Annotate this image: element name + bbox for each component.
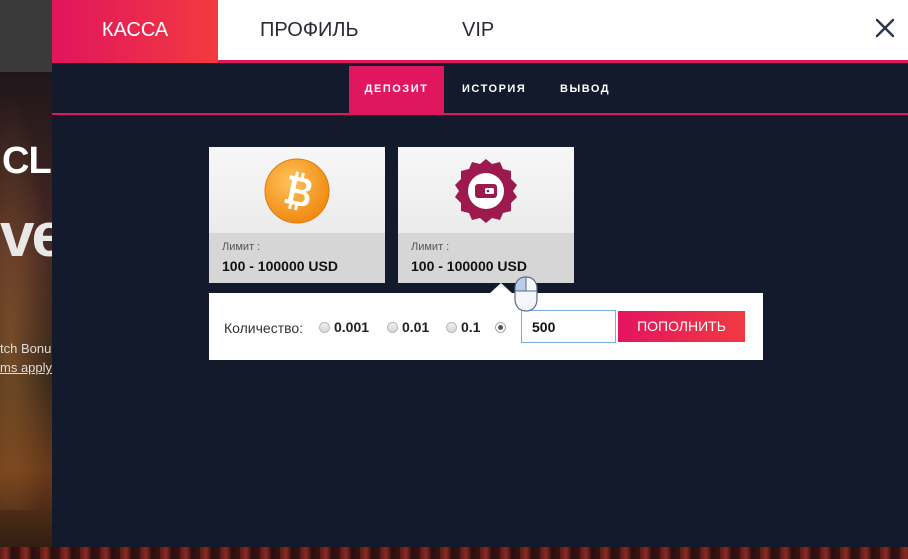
background-bonus-text: tch Bonu [0,341,52,356]
limit-label: Лимит : [222,241,261,253]
payment-method-wallet[interactable]: Лимит : 100 - 100000 USD [398,147,574,283]
background-title-fragment: ve [0,201,52,270]
radio-option-0-001[interactable] [319,322,330,333]
radio-option-custom[interactable] [495,322,506,333]
payment-method-bitcoin[interactable]: Лимит : 100 - 100000 USD [209,147,385,283]
quantity-label: Количество: [224,320,304,336]
subtab-withdraw[interactable]: ВЫВОД [560,66,610,113]
subtab-deposit[interactable]: ДЕПОЗИТ [349,66,444,113]
bitcoin-icon [263,157,331,225]
close-icon[interactable] [872,15,898,41]
limit-label: Лимит : [411,241,450,253]
radio-label-0-1[interactable]: 0.1 [461,319,480,335]
deposit-form: Количество: 0.001 0.01 0.1 ПОПОЛНИТЬ [209,283,763,360]
card-limit-panel: Лимит : 100 - 100000 USD [398,233,574,283]
background-bottom-strip [0,547,908,559]
cashier-subnav: ДЕПОЗИТ ИСТОРИЯ ВЫВОД [52,66,908,115]
amount-input[interactable] [521,310,616,343]
limit-value: 100 - 100000 USD [411,258,527,274]
wallet-seal-icon [452,157,520,225]
subtab-history[interactable]: ИСТОРИЯ [462,66,526,113]
radio-label-0-001[interactable]: 0.001 [334,319,369,335]
tab-cashier[interactable]: КАССА [52,0,218,63]
limit-value: 100 - 100000 USD [222,258,338,274]
background-headline-fragment: CL [2,140,52,182]
background-site: CL ve tch Bonu ms apply [0,0,52,559]
tab-vip[interactable]: VIP [462,0,494,63]
radio-label-0-01[interactable]: 0.01 [402,319,429,335]
radio-option-0-01[interactable] [387,322,398,333]
tab-profile[interactable]: ПРОФИЛЬ [260,0,359,63]
form-pointer-arrow [489,283,513,294]
card-limit-panel: Лимит : 100 - 100000 USD [209,233,385,283]
radio-option-0-1[interactable] [446,322,457,333]
modal-header: КАССА ПРОФИЛЬ VIP [52,0,908,63]
deposit-submit-button[interactable]: ПОПОЛНИТЬ [618,311,745,342]
cashier-modal: КАССА ПРОФИЛЬ VIP ДЕПОЗИТ ИСТОРИЯ ВЫВОД [52,0,908,547]
background-terms-link[interactable]: ms apply [0,360,52,375]
